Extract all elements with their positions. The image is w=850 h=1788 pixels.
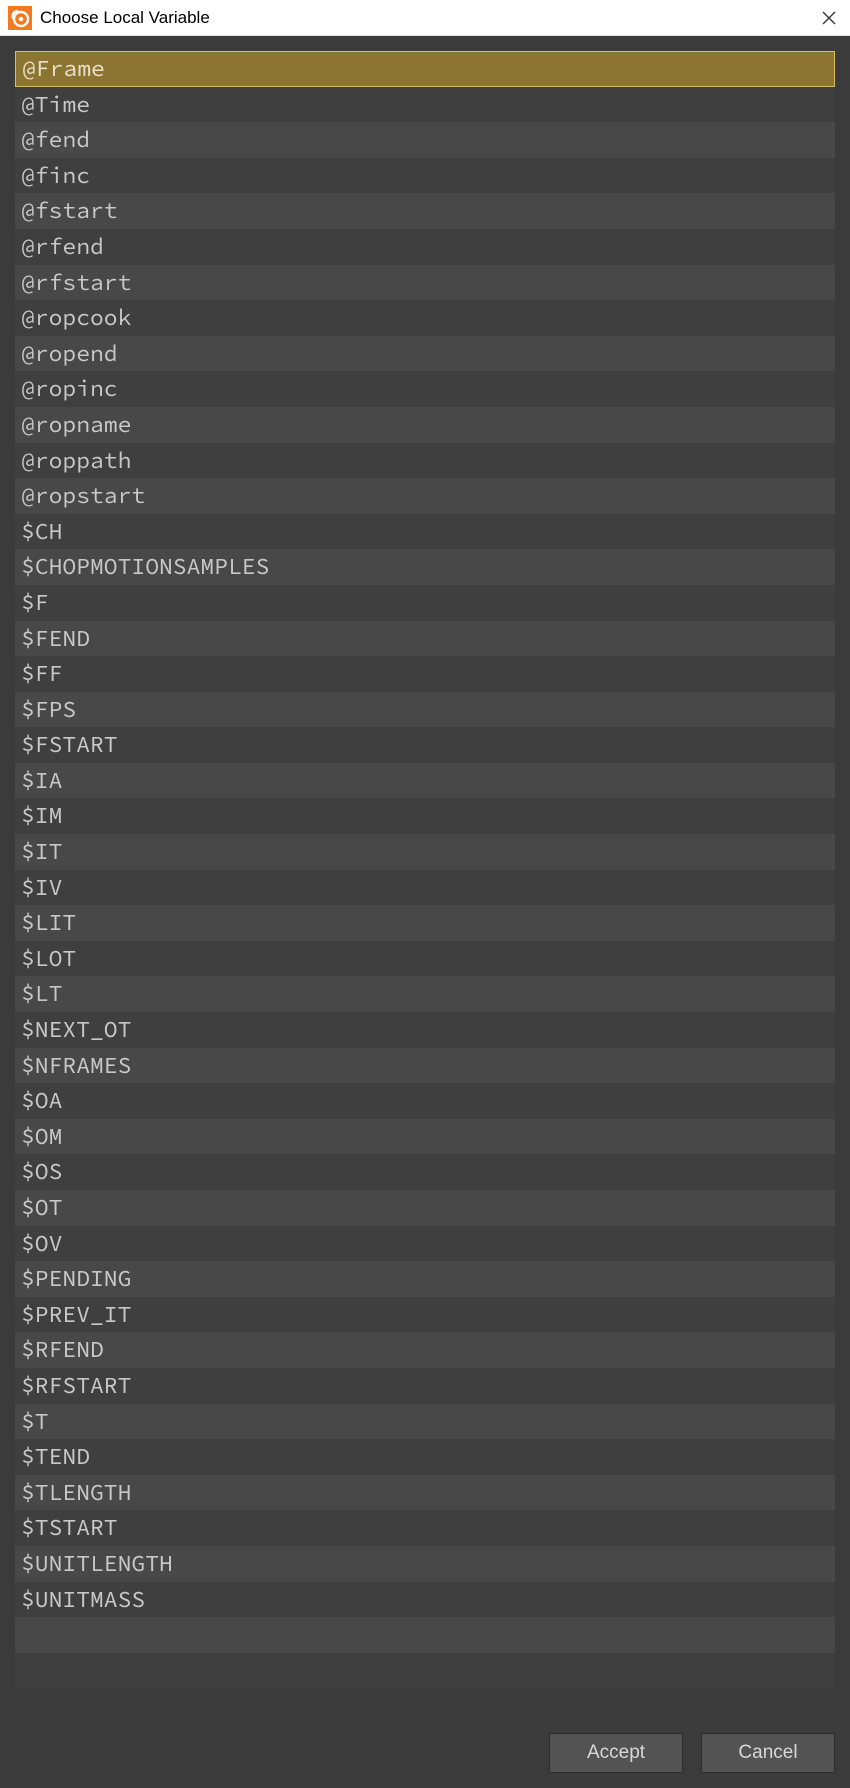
list-item[interactable]: $FF [15,656,835,692]
list-item[interactable]: @fend [15,122,835,158]
list-item[interactable]: $OA [15,1083,835,1119]
list-item-empty [15,1617,835,1653]
list-item[interactable]: $NFRAMES [15,1048,835,1084]
list-item[interactable]: @ropinc [15,371,835,407]
list-item[interactable]: @ropcook [15,300,835,336]
houdini-icon [8,6,32,30]
cancel-button[interactable]: Cancel [701,1733,835,1773]
list-item[interactable]: $OS [15,1154,835,1190]
list-item[interactable]: $PREV_IT [15,1297,835,1333]
list-item[interactable]: $OV [15,1226,835,1262]
list-item[interactable]: $OM [15,1119,835,1155]
list-item[interactable]: $FSTART [15,727,835,763]
close-icon[interactable] [818,7,840,29]
list-item[interactable]: $TSTART [15,1510,835,1546]
list-item[interactable]: $IV [15,870,835,906]
list-item[interactable]: $FPS [15,692,835,728]
list-item[interactable]: $TLENGTH [15,1475,835,1511]
accept-button[interactable]: Accept [549,1733,683,1773]
list-item[interactable]: @ropstart [15,478,835,514]
list-item[interactable]: @rfstart [15,265,835,301]
list-item[interactable]: $T [15,1404,835,1440]
list-item[interactable]: $F [15,585,835,621]
list-item[interactable]: $UNITLENGTH [15,1546,835,1582]
variable-list[interactable]: @Frame@Time@fend@finc@fstart@rfend@rfsta… [15,51,835,1710]
list-item[interactable]: $LIT [15,905,835,941]
list-item[interactable]: $CH [15,514,835,550]
list-item[interactable]: $LT [15,976,835,1012]
list-item-empty [15,1653,835,1689]
list-item[interactable]: $CHOPMOTIONSAMPLES [15,549,835,585]
list-item[interactable]: $IT [15,834,835,870]
list-item[interactable]: @Frame [15,51,835,87]
list-item[interactable]: $UNITMASS [15,1582,835,1618]
list-item[interactable]: $RFSTART [15,1368,835,1404]
list-item[interactable]: $FEND [15,621,835,657]
list-item[interactable]: $LOT [15,941,835,977]
dialog-body: @Frame@Time@fend@finc@fstart@rfend@rfsta… [0,36,850,1718]
window-title: Choose Local Variable [40,8,210,28]
list-item[interactable]: $IM [15,798,835,834]
list-item[interactable]: $TEND [15,1439,835,1475]
list-item[interactable]: @rfend [15,229,835,265]
button-bar: Accept Cancel [0,1718,850,1788]
titlebar: Choose Local Variable [0,0,850,36]
list-item[interactable]: @fstart [15,193,835,229]
list-item[interactable]: $NEXT_OT [15,1012,835,1048]
list-item[interactable]: @ropend [15,336,835,372]
list-item[interactable]: @finc [15,158,835,194]
list-item[interactable]: @roppath [15,443,835,479]
list-item[interactable]: $PENDING [15,1261,835,1297]
list-item[interactable]: @Time [15,87,835,123]
list-item[interactable]: @ropname [15,407,835,443]
list-item[interactable]: $RFEND [15,1332,835,1368]
list-item[interactable]: $IA [15,763,835,799]
list-item[interactable]: $OT [15,1190,835,1226]
